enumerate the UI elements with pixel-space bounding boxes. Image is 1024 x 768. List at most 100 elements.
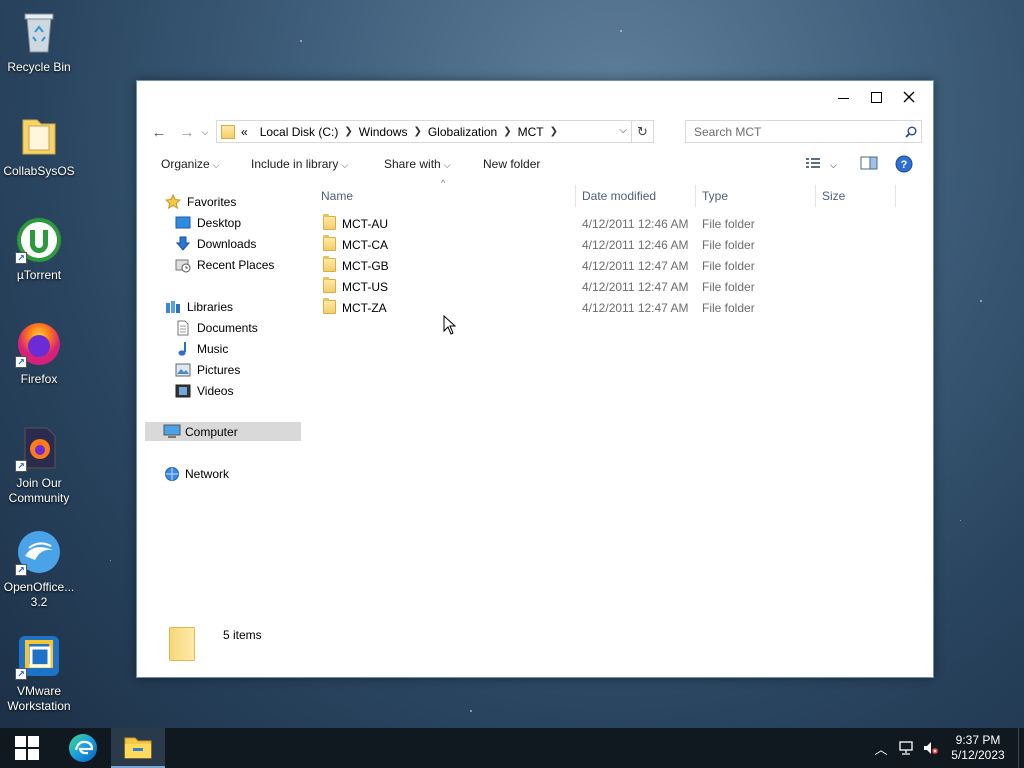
breadcrumb-separator-icon[interactable]: ❯: [550, 126, 558, 137]
nav-network[interactable]: Network: [163, 464, 229, 483]
desktop-icon-label: CollabSysOS: [3, 164, 75, 178]
file-name: MCT-CA: [342, 237, 388, 252]
desktop-icon-openoffice[interactable]: ↗ OpenOffice... 3.2: [2, 528, 76, 610]
folder-icon: [323, 214, 336, 230]
nav-videos[interactable]: Videos: [175, 381, 233, 400]
help-button[interactable]: ?: [895, 155, 913, 176]
download-arrow-icon: [175, 236, 191, 252]
desktop-icon-collabsysos[interactable]: CollabSysOS: [2, 112, 76, 179]
explorer-window: ← → ⌵ « Local Disk (C:) ❯ Windows ❯ Glob…: [136, 80, 934, 678]
network-status-icon: [899, 741, 913, 755]
nav-label: Videos: [197, 383, 234, 398]
file-row[interactable]: MCT-CA 4/12/2011 12:46 AM File folder: [315, 234, 915, 255]
column-header-size[interactable]: Size: [816, 185, 896, 207]
desktop-icon-label: Recycle Bin: [7, 60, 71, 74]
nav-documents[interactable]: Documents: [175, 318, 258, 337]
organize-button[interactable]: Organize ⌵: [161, 157, 220, 171]
refresh-icon: ↻: [637, 123, 648, 139]
taskbar-edge[interactable]: [56, 728, 110, 768]
show-hidden-icons-button[interactable]: ︿: [870, 728, 892, 768]
taskbar-file-explorer[interactable]: [111, 728, 165, 768]
maximize-button[interactable]: [864, 87, 888, 107]
nav-computer[interactable]: Computer: [145, 422, 301, 441]
desktop-icon-firefox[interactable]: ↗ Firefox: [2, 320, 76, 387]
search-input[interactable]: Search MCT: [685, 120, 922, 143]
recycle-bin-icon: [15, 8, 63, 56]
nav-libraries[interactable]: Libraries: [165, 297, 233, 316]
breadcrumb-overflow[interactable]: «: [239, 125, 254, 139]
nav-pictures[interactable]: Pictures: [175, 360, 240, 379]
column-header-type[interactable]: Type: [696, 185, 816, 207]
column-header-date-modified[interactable]: Date modified: [576, 185, 696, 207]
nav-downloads[interactable]: Downloads: [175, 234, 256, 253]
file-type: File folder: [702, 279, 755, 294]
file-name: MCT-ZA: [342, 300, 387, 315]
documents-icon: [175, 320, 191, 336]
file-row[interactable]: MCT-ZA 4/12/2011 12:47 AM File folder: [315, 297, 915, 318]
forward-button[interactable]: →: [177, 122, 197, 142]
breadcrumb-local-disk[interactable]: Local Disk (C:): [254, 125, 345, 139]
desktop-icon-utorrent[interactable]: ↗ µTorrent: [2, 216, 76, 283]
desktop-icon-recycle-bin[interactable]: Recycle Bin: [2, 8, 76, 75]
desktop-icon-label: OpenOffice... 3.2: [3, 580, 75, 609]
nav-music[interactable]: Music: [175, 339, 228, 358]
breadcrumb-separator-icon[interactable]: ❯: [344, 126, 352, 137]
address-bar[interactable]: « Local Disk (C:) ❯ Windows ❯ Globalizat…: [216, 120, 654, 143]
back-button[interactable]: ←: [149, 122, 169, 142]
recent-locations-button[interactable]: ⌵: [199, 122, 211, 142]
nav-recent-places[interactable]: Recent Places: [175, 255, 274, 274]
start-button[interactable]: [0, 728, 54, 768]
desktop-icon-vmware[interactable]: ↗ VMware Workstation: [2, 632, 76, 714]
chevron-down-icon: ⌵: [341, 160, 349, 170]
firefox-document-icon: ↗: [15, 424, 63, 472]
arrow-right-icon: →: [179, 123, 195, 141]
view-options-button[interactable]: ⌵: [830, 160, 837, 171]
breadcrumb-separator-icon[interactable]: ❯: [503, 126, 511, 137]
breadcrumb-mct[interactable]: MCT: [512, 125, 550, 139]
new-folder-button[interactable]: New folder: [483, 157, 540, 171]
file-row[interactable]: MCT-US 4/12/2011 12:47 AM File folder: [315, 276, 915, 297]
file-type: File folder: [702, 300, 755, 315]
edge-icon: [69, 734, 97, 762]
shortcut-arrow-icon: ↗: [15, 668, 27, 680]
nav-label: Recent Places: [197, 257, 275, 272]
organize-label: Organize: [161, 157, 210, 171]
column-header-name[interactable]: Name: [315, 185, 576, 207]
windows-logo-icon: [15, 736, 39, 760]
include-in-library-label: Include in library: [251, 157, 339, 171]
volume-tray-button[interactable]: [920, 728, 942, 768]
close-button[interactable]: [897, 87, 921, 107]
nav-label: Libraries: [187, 299, 234, 314]
minimize-button[interactable]: [831, 87, 855, 107]
show-desktop-button[interactable]: [1018, 728, 1024, 768]
chevron-down-icon: ⌵: [443, 160, 451, 170]
file-name: MCT-AU: [342, 216, 388, 231]
address-dropdown-icon[interactable]: ⌵: [619, 125, 627, 136]
share-with-button[interactable]: Share with ⌵: [384, 157, 451, 171]
shortcut-arrow-icon: ↗: [15, 564, 27, 576]
column-label: Type: [702, 189, 729, 203]
file-row[interactable]: MCT-AU 4/12/2011 12:46 AM File folder: [315, 213, 915, 234]
nav-favorites[interactable]: Favorites: [164, 192, 236, 211]
new-folder-label: New folder: [483, 157, 541, 171]
change-view-button[interactable]: [805, 156, 821, 173]
breadcrumb-separator-icon[interactable]: ❯: [413, 126, 421, 137]
desktop-icon-join-our-community[interactable]: ↗ Join Our Community: [2, 424, 76, 506]
column-label: Size: [822, 189, 846, 203]
videos-icon: [175, 383, 191, 399]
clock[interactable]: 9:37 PM 5/12/2023: [946, 728, 1010, 768]
mouse-cursor-icon: [443, 315, 457, 335]
help-icon: ?: [895, 155, 913, 173]
folder-icon: [323, 256, 336, 272]
include-in-library-button[interactable]: Include in library ⌵: [251, 157, 348, 171]
preview-pane-button[interactable]: [860, 155, 878, 174]
nav-desktop[interactable]: Desktop: [175, 213, 241, 232]
breadcrumb-globalization[interactable]: Globalization: [422, 125, 503, 139]
refresh-button[interactable]: ↻: [631, 121, 653, 142]
breadcrumb-windows[interactable]: Windows: [353, 125, 414, 139]
network-tray-button[interactable]: [896, 728, 918, 768]
nav-label: Downloads: [197, 236, 257, 251]
arrow-left-icon: ←: [151, 123, 167, 141]
file-row[interactable]: MCT-GB 4/12/2011 12:47 AM File folder: [315, 255, 915, 276]
shortcut-arrow-icon: ↗: [15, 252, 27, 264]
